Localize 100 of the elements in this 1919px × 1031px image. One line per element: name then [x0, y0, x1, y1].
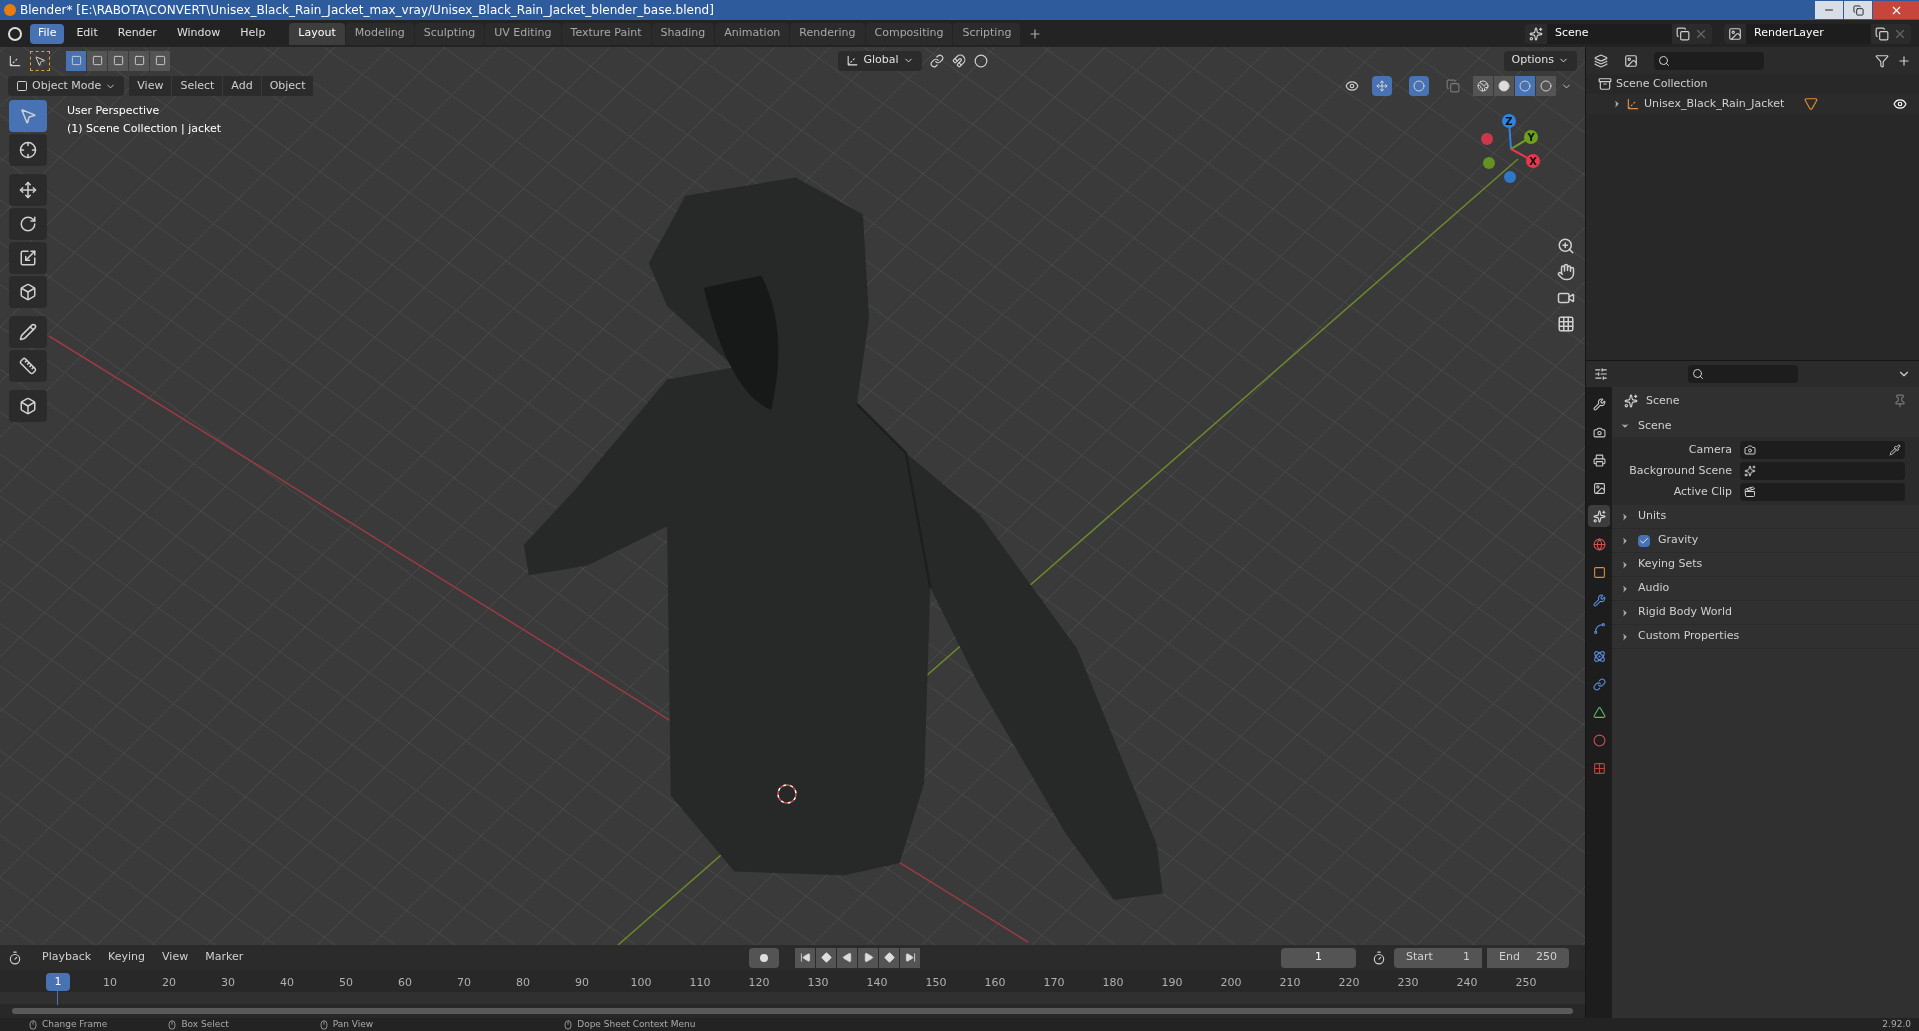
workspace-tab[interactable]: Animation — [715, 22, 790, 45]
xray-icon[interactable] — [1446, 79, 1460, 93]
frame-track[interactable] — [0, 992, 1585, 1004]
timeline-scrollbar[interactable] — [12, 1008, 1573, 1014]
editor-type-icon[interactable] — [8, 53, 22, 68]
shading-button[interactable] — [1473, 76, 1493, 96]
playhead-frame[interactable]: 1 — [46, 973, 70, 991]
minimize-button[interactable] — [1815, 1, 1843, 19]
select-mode-button[interactable] — [66, 50, 86, 71]
eyedropper-icon[interactable] — [1889, 444, 1901, 456]
workspace-tab[interactable]: UV Editing — [485, 22, 561, 45]
display-mode-icon[interactable] — [1624, 53, 1638, 68]
3d-viewport[interactable]: Global Options Object Mode View Select Add Object User Perspective (1) Scene Collection | jacket Z Y X — [0, 47, 1585, 945]
blender-menu-icon[interactable] — [8, 26, 22, 41]
tool-button[interactable] — [9, 276, 47, 308]
section-title[interactable]: Rigid Body World — [1638, 604, 1732, 621]
workspace-tab[interactable]: Rendering — [790, 22, 865, 45]
record-button[interactable] — [749, 947, 780, 968]
outliner-item[interactable]: Unisex_Black_Rain_Jacket — [1644, 95, 1785, 113]
jump-start-button[interactable] — [795, 947, 816, 968]
viewport-menu-item[interactable]: View — [129, 76, 172, 96]
timeline-menu-item[interactable]: Marker — [197, 947, 252, 968]
menu-item[interactable]: Edit — [68, 23, 106, 44]
overlay-toggle-icon[interactable] — [1409, 76, 1429, 96]
workspace-tab[interactable]: Layout — [289, 22, 345, 45]
section-title[interactable]: Units — [1638, 508, 1667, 525]
workspace-tab[interactable]: Modeling — [345, 22, 414, 45]
workspace-tab[interactable]: Shading — [651, 22, 715, 45]
view-layer-selector[interactable]: RenderLayer — [1724, 23, 1911, 44]
workspace-tab[interactable]: Scripting — [953, 22, 1021, 45]
shading-button[interactable] — [1536, 76, 1556, 96]
restore-button[interactable] — [1844, 1, 1872, 19]
properties-tab[interactable] — [1588, 505, 1610, 527]
play-button[interactable] — [858, 947, 879, 968]
expand-arrow-icon[interactable] — [1620, 583, 1630, 594]
property-field[interactable] — [1740, 483, 1905, 501]
panel-title[interactable]: Scene — [1638, 417, 1672, 435]
play-reverse-button[interactable] — [837, 947, 858, 968]
menu-item[interactable]: File — [30, 23, 65, 44]
tool-button[interactable] — [9, 390, 47, 422]
jump-end-button[interactable] — [900, 947, 921, 968]
viewport-menu-item[interactable]: Object — [261, 76, 314, 96]
viewport-menu-item[interactable]: Add — [223, 76, 261, 96]
pin-icon[interactable] — [1893, 394, 1907, 408]
start-frame-field[interactable]: Start 1 — [1394, 947, 1482, 968]
snap-icon[interactable] — [951, 53, 966, 68]
property-field[interactable] — [1740, 441, 1905, 459]
workspace-tab[interactable]: Sculpting — [414, 22, 485, 45]
editor-type-icon[interactable] — [1594, 367, 1608, 381]
section-title[interactable]: Custom Properties — [1638, 628, 1740, 645]
expand-arrow-icon[interactable] — [1620, 607, 1630, 618]
timeline-menu-item[interactable]: View — [154, 947, 197, 968]
timeline-menu-item[interactable]: Keying — [100, 947, 154, 968]
search-field[interactable] — [1654, 51, 1764, 70]
proportional-edit-icon[interactable] — [973, 53, 988, 68]
property-field[interactable] — [1740, 462, 1905, 480]
stopwatch-icon[interactable] — [1372, 950, 1386, 965]
mode-dropdown[interactable]: Object Mode — [8, 76, 125, 96]
tool-button[interactable] — [9, 174, 47, 206]
viewport-menu-item[interactable]: Select — [172, 76, 223, 96]
menu-item[interactable]: Help — [232, 23, 274, 44]
visibility-icon[interactable] — [1345, 79, 1359, 93]
expand-arrow-icon[interactable] — [1620, 559, 1630, 570]
visibility-icon[interactable] — [1893, 97, 1907, 111]
section-title[interactable]: Audio — [1638, 580, 1670, 597]
checkbox[interactable] — [1638, 534, 1650, 547]
grid-view-icon[interactable] — [1557, 315, 1575, 333]
select-mode-button[interactable] — [150, 50, 170, 71]
menu-item[interactable]: Render — [109, 23, 165, 44]
expand-arrow-icon[interactable] — [1620, 535, 1630, 546]
outliner-item[interactable]: Scene Collection — [1616, 75, 1708, 93]
zoom-icon[interactable] — [1557, 237, 1575, 255]
select-mode-button[interactable] — [129, 50, 149, 71]
pan-hand-icon[interactable] — [1557, 263, 1575, 281]
tool-button[interactable] — [9, 242, 47, 274]
current-frame-field[interactable]: 1 — [1281, 947, 1356, 968]
new-collection-icon[interactable] — [1897, 53, 1911, 68]
expand-arrow-icon[interactable] — [1620, 631, 1630, 642]
workspace-tab[interactable]: Texture Paint — [561, 22, 651, 45]
tool-button[interactable] — [9, 350, 47, 382]
next-keyframe-button[interactable] — [879, 947, 900, 968]
tool-button[interactable] — [9, 316, 47, 348]
section-title[interactable]: Keying Sets — [1638, 556, 1703, 573]
scene-selector[interactable]: Scene — [1525, 23, 1712, 44]
search-field[interactable] — [1688, 365, 1798, 383]
axis-gizmo-drawing[interactable]: Z Y X — [1475, 111, 1547, 189]
end-frame-field[interactable]: End 250 — [1487, 947, 1569, 968]
previous-keyframe-button[interactable] — [816, 947, 837, 968]
gizmo-toggle-icon[interactable] — [1372, 76, 1392, 96]
editor-type-icon[interactable] — [1594, 53, 1608, 68]
expand-arrow-icon[interactable] — [1612, 99, 1622, 109]
section-title[interactable]: Gravity — [1658, 532, 1699, 549]
tool-button[interactable] — [9, 134, 47, 166]
workspace-tab[interactable]: Compositing — [865, 22, 953, 45]
select-tool-icon[interactable] — [30, 50, 50, 71]
expand-arrow-icon[interactable] — [1620, 421, 1630, 431]
select-mode-button[interactable] — [108, 50, 128, 71]
filter-icon[interactable] — [1875, 53, 1889, 68]
timeline-menu-item[interactable]: Playback — [34, 947, 100, 968]
shading-button[interactable] — [1494, 76, 1514, 96]
